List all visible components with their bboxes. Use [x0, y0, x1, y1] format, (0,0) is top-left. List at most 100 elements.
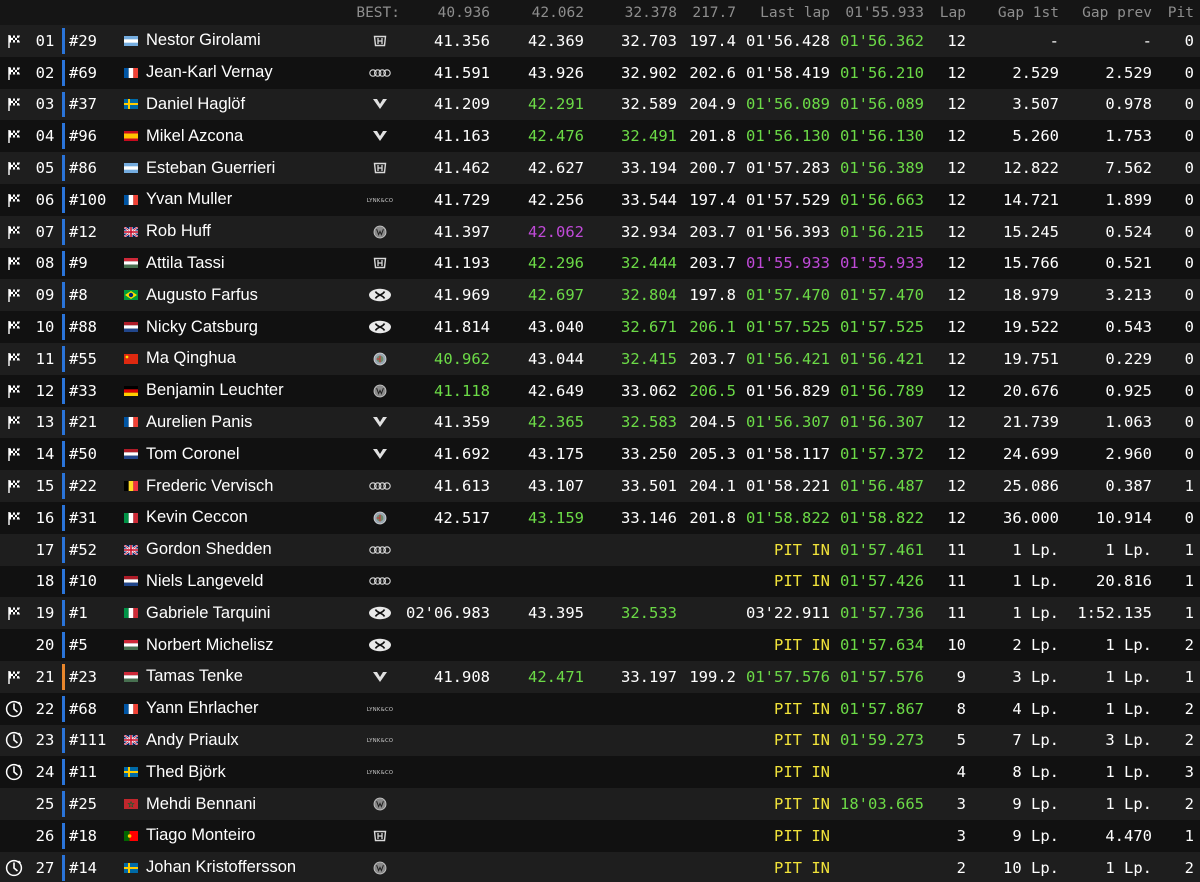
driver-name[interactable]: Daniel Haglöf [146, 89, 356, 121]
gap-prev: 4.470 [1105, 826, 1152, 845]
sector-3: 32.804 [621, 286, 677, 305]
driver-name[interactable]: Mehdi Bennani [146, 788, 356, 820]
driver-name[interactable]: Aurelien Panis [146, 407, 356, 439]
car-number: #12 [69, 222, 97, 241]
last-lap: 01'56.393 [746, 222, 830, 241]
sector-2: 42.365 [528, 413, 584, 432]
lap-count: 11 [947, 604, 966, 623]
lap-count: 12 [947, 31, 966, 50]
table-row[interactable]: 13 #21 Aurelien Panis 41.359 42.365 32.5… [0, 406, 1200, 439]
sector-3: 32.589 [621, 95, 677, 114]
driver-name[interactable]: Tiago Monteiro [146, 820, 356, 852]
retired-icon [5, 859, 23, 877]
sector-1: 40.962 [434, 349, 490, 368]
retired-icon [5, 700, 23, 718]
cupra-logo [360, 661, 400, 693]
driver-name[interactable]: Tamas Tenke [146, 661, 356, 693]
table-row[interactable]: 07 #12 Rob Huff 41.397 42.062 32.934 203… [0, 215, 1200, 248]
gap-first: 8 Lp. [1012, 763, 1059, 782]
sector-2: 43.159 [528, 508, 584, 527]
gap-first: 2 Lp. [1012, 636, 1059, 655]
status-cell [0, 311, 28, 343]
car-number: #22 [69, 477, 97, 496]
table-row[interactable]: 12 #33 Benjamin Leuchter 41.118 42.649 3… [0, 374, 1200, 407]
driver-name[interactable]: Ma Qinghua [146, 343, 356, 375]
pit-count: 0 [1184, 286, 1194, 305]
sector-2: 42.697 [528, 286, 584, 305]
table-row[interactable]: 24 #11 Thed Björk LYNK&CO PIT IN 4 8 Lp.… [0, 756, 1200, 789]
driver-name[interactable]: Thed Björk [146, 756, 356, 788]
speed: 206.1 [689, 318, 736, 337]
sector-2 [490, 852, 584, 882]
table-row[interactable]: 15 #22 Frederic Vervisch 41.613 43.107 3… [0, 470, 1200, 502]
position-bar [62, 59, 65, 86]
vw-logo [360, 788, 400, 820]
driver-name[interactable]: Gordon Shedden [146, 534, 356, 566]
best-lap: 01'57.461 [840, 540, 924, 559]
sector-1: 41.613 [434, 477, 490, 496]
sector-3 [584, 534, 677, 566]
table-row[interactable]: 09 #8 Augusto Farfus 41.969 42.697 32.80… [0, 279, 1200, 312]
driver-name[interactable]: Norbert Michelisz [146, 629, 356, 661]
last-lap: 01'58.117 [746, 445, 830, 464]
table-row[interactable]: 05 #86 Esteban Guerrieri 41.462 42.627 3… [0, 152, 1200, 184]
table-row[interactable]: 18 #10 Niels Langeveld PIT IN 01'57.426 … [0, 565, 1200, 598]
driver-name[interactable]: Frederic Vervisch [146, 470, 356, 502]
table-row[interactable]: 17 #52 Gordon Shedden PIT IN 01'57.461 1… [0, 533, 1200, 566]
table-row[interactable]: 10 #88 Nicky Catsburg 41.814 43.040 32.6… [0, 311, 1200, 343]
driver-name[interactable]: Jean-Karl Vernay [146, 57, 356, 89]
checkered-flag-icon [6, 351, 22, 367]
driver-name[interactable]: Augusto Farfus [146, 279, 356, 311]
driver-name[interactable]: Tom Coronel [146, 438, 356, 470]
sector-3: 32.902 [621, 63, 677, 82]
table-row[interactable]: 06 #100 Yvan Muller LYNK&CO 41.729 42.25… [0, 183, 1200, 216]
position: 02 [35, 63, 55, 82]
table-row[interactable]: 14 #50 Tom Coronel 41.692 43.175 33.250 … [0, 438, 1200, 471]
table-row[interactable]: 27 #14 Johan Kristoffersson PIT IN 2 10 … [0, 851, 1200, 882]
sector-2 [490, 629, 584, 661]
driver-name[interactable]: Andy Priaulx [146, 725, 356, 757]
table-row[interactable]: 23 #111 Andy Priaulx LYNK&CO PIT IN 01'5… [0, 724, 1200, 757]
driver-name[interactable]: Nicky Catsburg [146, 311, 356, 343]
table-row[interactable]: 01 #29 Nestor Girolami 41.356 42.369 32.… [0, 25, 1200, 57]
honda-logo [360, 152, 400, 184]
position: 27 [35, 858, 55, 877]
best-lap: 01'56.421 [840, 349, 924, 368]
speed: 199.2 [689, 667, 736, 686]
table-row[interactable]: 02 #69 Jean-Karl Vernay 41.591 43.926 32… [0, 56, 1200, 89]
sector-2: 42.291 [528, 95, 584, 114]
position: 05 [35, 159, 55, 178]
table-row[interactable]: 11 #55 Ma Qinghua 40.962 43.044 32.415 2… [0, 342, 1200, 375]
driver-name[interactable]: Mikel Azcona [146, 120, 356, 152]
table-row[interactable]: 03 #37 Daniel Haglöf 41.209 42.291 32.58… [0, 88, 1200, 121]
table-row[interactable]: 08 #9 Attila Tassi 41.193 42.296 32.444 … [0, 247, 1200, 280]
table-row[interactable]: 21 #23 Tamas Tenke 41.908 42.471 33.197 … [0, 660, 1200, 693]
best-lap: 01'56.389 [840, 159, 924, 178]
position-bar [62, 155, 65, 181]
gap-first: 7 Lp. [1012, 731, 1059, 750]
driver-name[interactable]: Nestor Girolami [146, 25, 356, 57]
table-row[interactable]: 26 #18 Tiago Monteiro PIT IN 3 9 Lp. 4.4… [0, 819, 1200, 852]
driver-name[interactable]: Niels Langeveld [146, 566, 356, 598]
best-lap: 01'59.273 [840, 731, 924, 750]
driver-name[interactable]: Gabriele Tarquini [146, 597, 356, 629]
table-row[interactable]: 20 #5 Norbert Michelisz PIT IN 01'57.634… [0, 629, 1200, 661]
driver-name[interactable]: Johan Kristoffersson [146, 852, 356, 882]
driver-name[interactable]: Kevin Ceccon [146, 502, 356, 534]
lap-count: 11 [947, 572, 966, 591]
driver-name[interactable]: Rob Huff [146, 216, 356, 248]
driver-name[interactable]: Yvan Muller [146, 184, 356, 216]
table-row[interactable]: 25 #25 Mehdi Bennani PIT IN 18'03.665 3 … [0, 788, 1200, 820]
table-row[interactable]: 22 #68 Yann Ehrlacher LYNK&CO PIT IN 01'… [0, 692, 1200, 725]
status-cell [0, 502, 28, 534]
car-number: #23 [69, 667, 97, 686]
table-row[interactable]: 04 #96 Mikel Azcona 41.163 42.476 32.491… [0, 120, 1200, 153]
gap-first: 9 Lp. [1012, 826, 1059, 845]
driver-name[interactable]: Esteban Guerrieri [146, 152, 356, 184]
driver-name[interactable]: Benjamin Leuchter [146, 375, 356, 407]
table-row[interactable]: 16 #31 Kevin Ceccon 42.517 43.159 33.146… [0, 501, 1200, 534]
driver-name[interactable]: Attila Tassi [146, 248, 356, 280]
driver-name[interactable]: Yann Ehrlacher [146, 693, 356, 725]
table-row[interactable]: 19 #1 Gabriele Tarquini 02'06.983 43.395… [0, 597, 1200, 630]
last-lap: PIT IN [774, 858, 830, 877]
